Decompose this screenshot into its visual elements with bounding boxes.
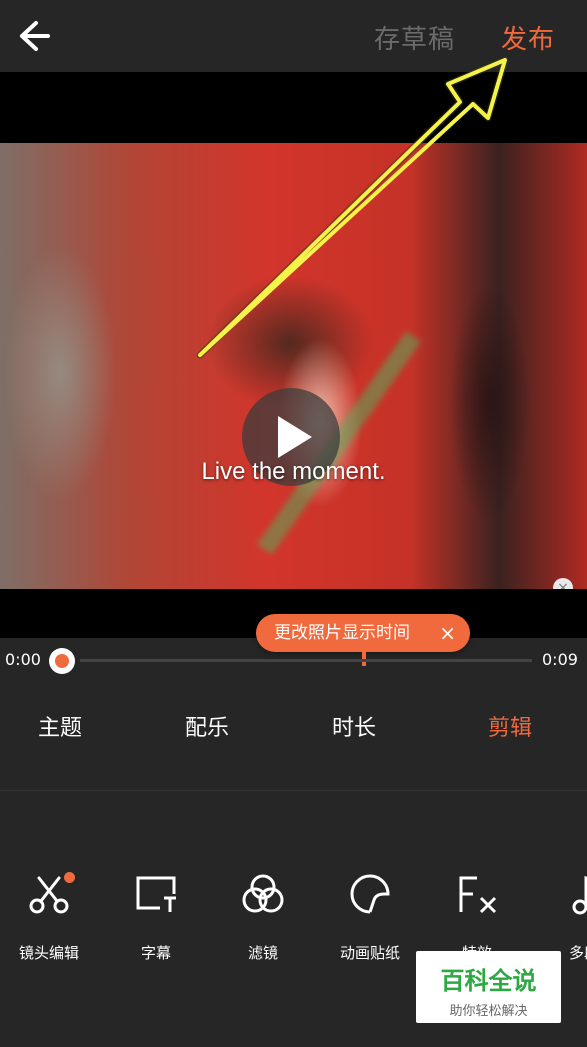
tooltip-close-icon[interactable]: × (439, 614, 456, 652)
tab-music[interactable]: 配乐 (185, 710, 229, 742)
publish-button[interactable]: 发布 (501, 19, 555, 56)
video-caption: Live the moment. (201, 458, 386, 485)
tool-label: 动画贴纸 (339, 944, 400, 962)
divider (0, 790, 587, 791)
edit-tabs: 主题 配乐 时长 剪辑 (0, 700, 587, 754)
top-bar: 存草稿 发布 (0, 0, 587, 72)
tool-subtitle[interactable]: 字幕 (111, 870, 201, 963)
fx-icon (459, 876, 497, 914)
tool-multi[interactable]: 多段 (539, 870, 587, 963)
play-icon (278, 416, 312, 458)
timeline-end-time: 0:09 (542, 650, 578, 669)
badge-title: 百科全说 (440, 967, 537, 995)
baike-watermark-badge: 百科全说 助你轻松解决 (416, 951, 561, 1023)
tool-filter[interactable]: 滤镜 (218, 870, 308, 963)
tool-effects[interactable]: 特效 (432, 870, 522, 963)
new-badge (64, 872, 75, 883)
filter-icon (242, 874, 284, 913)
tooltip-label: 更改照片显示时间 (274, 623, 410, 643)
timeline-start-time: 0:00 (5, 650, 41, 669)
subtitle-icon (136, 876, 176, 912)
tool-label: 字幕 (140, 944, 171, 962)
preview-photo: Live the moment. ▷小影 × (0, 143, 587, 589)
sticker-icon (350, 874, 390, 914)
tool-label: 滤镜 (247, 944, 278, 962)
save-draft-button[interactable]: 存草稿 (374, 19, 455, 56)
tab-duration[interactable]: 时长 (332, 710, 376, 742)
arrow-left-icon (20, 21, 50, 51)
timeline-track[interactable] (80, 659, 532, 662)
watermark-close-icon[interactable]: × (553, 578, 573, 589)
video-preview[interactable]: Live the moment. ▷小影 × (0, 72, 587, 638)
back-button[interactable] (14, 18, 54, 54)
badge-subtitle: 助你轻松解决 (449, 1004, 528, 1019)
tab-edit[interactable]: 剪辑 (488, 710, 532, 742)
tab-theme[interactable]: 主题 (38, 710, 82, 742)
tool-label: 镜头编辑 (18, 944, 79, 962)
photo-time-tooltip[interactable]: 更改照片显示时间 × (256, 614, 470, 652)
timeline-scrubber[interactable] (49, 648, 75, 674)
tool-clip-edit[interactable]: 镜头编辑 (4, 870, 94, 963)
tool-sticker[interactable]: 动画贴纸 (325, 870, 415, 963)
music-note-icon (572, 876, 587, 915)
